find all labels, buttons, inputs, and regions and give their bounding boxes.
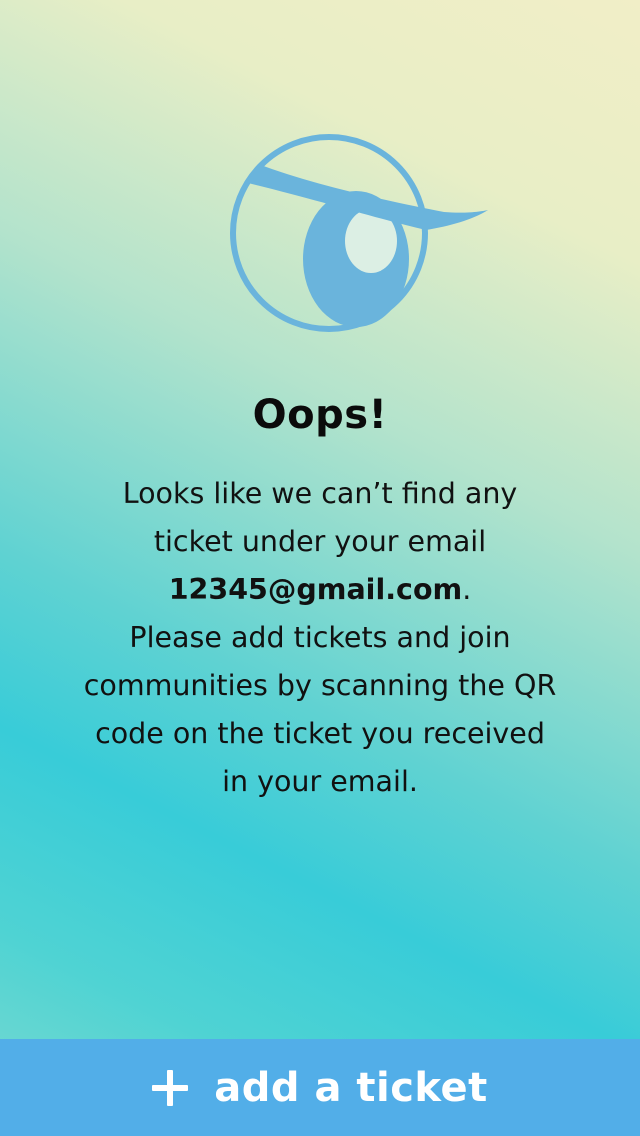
page-title: Oops! [252, 392, 388, 438]
plus-icon [152, 1069, 189, 1106]
message-line: communities by scanning the QR [83, 669, 557, 702]
message-line: Looks like we can’t find any [122, 477, 518, 510]
message-line: Please add tickets and join [129, 621, 511, 654]
email-suffix: . [462, 573, 472, 606]
add-ticket-button[interactable]: add a ticket [0, 1039, 640, 1136]
message-email-line: 12345@gmail.com. [40, 566, 600, 614]
eye-mascot-icon [230, 134, 488, 332]
message-line: ticket under your email [153, 525, 487, 558]
empty-state-screen: Oops! Looks like we can’t find any ticke… [0, 0, 640, 1136]
add-ticket-label: add a ticket [214, 1064, 488, 1111]
message-line: in your email. [222, 765, 418, 798]
empty-state-message: Looks like we can’t find any ticket unde… [40, 470, 600, 806]
user-email: 12345@gmail.com [168, 573, 463, 606]
message-line: code on the ticket you received [95, 717, 545, 750]
